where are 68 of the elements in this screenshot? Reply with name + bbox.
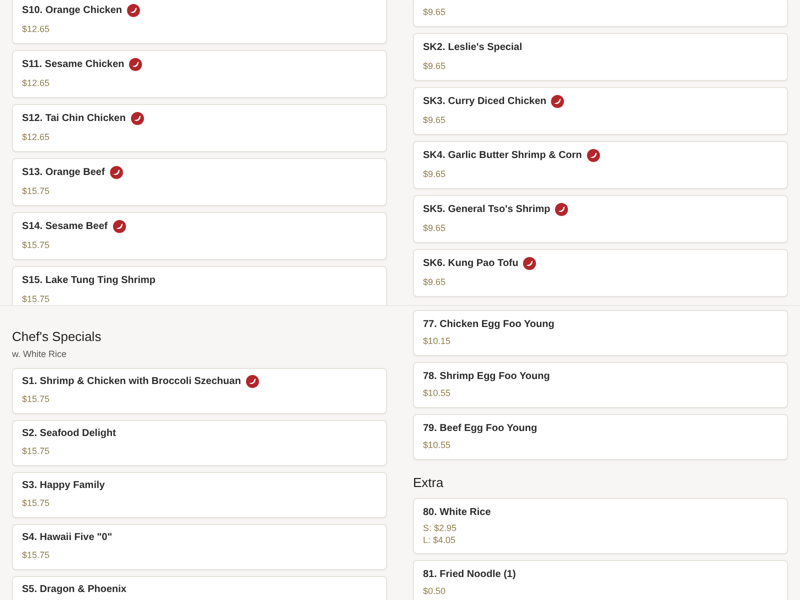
item-name: 80. White Rice [423, 506, 491, 520]
item-price: $15.75 [22, 392, 51, 406]
item-price: $10.15 [423, 335, 452, 348]
item-name: S11. Sesame Chicken [22, 58, 124, 72]
menu-item-card[interactable]: SK6. Kung Pao Tofu $9.65 [413, 249, 788, 297]
item-name: 77. Chicken Egg Foo Young [423, 318, 554, 332]
menu-item-card[interactable]: S1. Shrimp & Chicken with Broccoli Szechuan $15.75 [12, 368, 387, 414]
item-price: $15.75 [22, 548, 51, 562]
item-name: SK3. Curry Diced Chicken [423, 94, 546, 108]
item-name: S15. Lake Tung Ting Shrimp [22, 274, 156, 288]
item-price: $12.65 [22, 77, 51, 90]
menu-item-card[interactable]: S14. Sesame Beef $15.75 [12, 212, 387, 260]
item-name: S14. Sesame Beef [22, 220, 108, 234]
menu-item-card[interactable]: S10. Orange Chicken $12.65 [12, 0, 387, 44]
menu-item-card[interactable]: S12. Tai Chin Chicken $12.65 [12, 104, 387, 152]
menu-item-card[interactable]: $9.65 [413, 0, 788, 27]
menu-item-card[interactable]: SK3. Curry Diced Chicken $9.65 [413, 87, 788, 135]
item-name: S12. Tai Chin Chicken [22, 112, 126, 126]
item-name: S2. Seafood Delight [22, 427, 116, 441]
menu-item-card[interactable]: 80. White Rice S: $2.95 L: $4.05 [413, 498, 788, 554]
item-price: $9.65 [423, 6, 447, 19]
item-price: $15.75 [22, 185, 51, 198]
item-price: S: $2.95 [423, 522, 458, 534]
menu-item-card[interactable]: 79. Beef Egg Foo Young $10.55 [413, 414, 788, 460]
item-price: $9.65 [423, 60, 447, 73]
menu-item-card[interactable]: S3. Happy Family $15.75 [12, 472, 387, 518]
item-price: $0.50 [423, 585, 447, 598]
item-name: 81. Fried Noodle (1) [423, 568, 516, 582]
menu-item-card[interactable]: 78. Shrimp Egg Foo Young $10.55 [413, 362, 788, 408]
item-price: $12.65 [22, 131, 51, 144]
menu-item-card[interactable]: SK4. Garlic Butter Shrimp & Corn $9.65 [413, 141, 788, 189]
item-name: S5. Dragon & Phoenix [22, 583, 126, 597]
item-name: S3. Happy Family [22, 479, 105, 493]
section-title: Extra [413, 474, 444, 492]
item-name: S4. Hawaii Five "0" [22, 531, 112, 545]
menu-item-card[interactable]: S11. Sesame Chicken $12.65 [12, 50, 387, 98]
item-price: L: $4.05 [423, 534, 457, 546]
item-name: S1. Shrimp & Chicken with Broccoli Szechuan [22, 375, 241, 389]
item-price: $15.75 [22, 496, 51, 510]
item-name: SK4. Garlic Butter Shrimp & Corn [423, 148, 582, 162]
item-name: S13. Orange Beef [22, 166, 105, 180]
item-name: SK6. Kung Pao Tofu [423, 256, 518, 270]
item-name: 78. Shrimp Egg Foo Young [423, 370, 550, 384]
section-note: w. White Rice [12, 348, 68, 361]
item-price: $9.65 [423, 114, 447, 127]
item-price: $15.75 [22, 293, 51, 305]
item-name: SK5. General Tso's Shrimp [423, 202, 550, 216]
item-price: $15.75 [22, 444, 51, 458]
section-title: Chef's Specials [12, 328, 102, 346]
item-price: $9.65 [423, 168, 447, 181]
menu-item-card[interactable]: S2. Seafood Delight $15.75 [12, 420, 387, 466]
item-name: 79. Beef Egg Foo Young [423, 422, 538, 436]
menu-item-card[interactable]: SK2. Leslie's Special $9.65 [413, 33, 788, 81]
item-price: $9.65 [423, 276, 447, 289]
menu-item-card[interactable]: S15. Lake Tung Ting Shrimp $15.75 [12, 266, 387, 305]
menu-item-card[interactable]: S4. Hawaii Five "0" $15.75 [12, 524, 387, 570]
menu-item-card[interactable]: SK5. General Tso's Shrimp $9.65 [413, 195, 788, 243]
item-price: $10.55 [423, 439, 452, 452]
item-price: $15.75 [22, 239, 51, 252]
item-price: $10.55 [423, 387, 452, 400]
menu-item-card[interactable]: 81. Fried Noodle (1) $0.50 [413, 560, 788, 600]
menu-item-card[interactable]: 77. Chicken Egg Foo Young $10.15 [413, 310, 788, 356]
item-name: SK2. Leslie's Special [423, 40, 522, 54]
menu-item-card[interactable]: S13. Orange Beef $15.75 [12, 158, 387, 206]
menu-item-card[interactable]: S5. Dragon & Phoenix [12, 576, 387, 600]
item-price: $9.65 [423, 222, 447, 235]
item-price: $12.65 [22, 23, 51, 36]
item-name: S10. Orange Chicken [22, 4, 122, 18]
